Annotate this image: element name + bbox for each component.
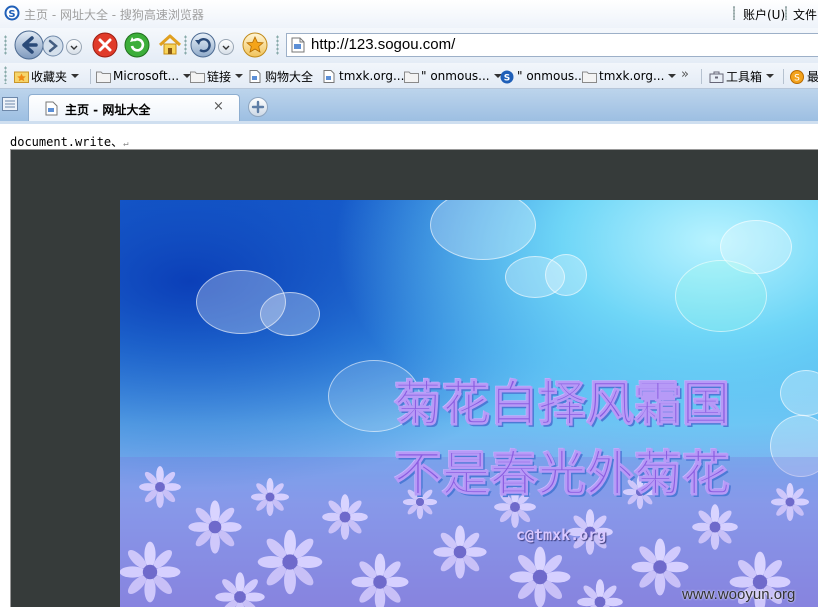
star-folder-icon — [14, 70, 29, 83]
bokeh-circle — [780, 370, 818, 416]
fav-item-recent[interactable]: S 最 — [790, 68, 818, 84]
fav-link-tmxk[interactable]: tmxk.org... — [322, 68, 404, 84]
fav-folder-links[interactable]: 链接 — [190, 68, 244, 84]
tab-close-icon[interactable]: × — [213, 99, 224, 114]
chevron-down-icon — [668, 74, 677, 78]
history-dropdown-button[interactable] — [66, 39, 82, 55]
url-text[interactable]: http://123.sogou.com/ — [311, 36, 455, 53]
bokeh-circle — [675, 260, 767, 332]
tab-home[interactable]: 主页 - 网址大全 × — [28, 94, 240, 121]
menu-separator — [733, 6, 735, 20]
watermark-text: www.wooyun.org — [682, 586, 796, 603]
favorites-separator — [783, 69, 784, 84]
sogou-icon: S — [500, 70, 515, 83]
undo-dropdown-button[interactable] — [218, 39, 234, 55]
navigation-toolbar: http://123.sogou.com/ — [0, 28, 818, 63]
stop-button[interactable] — [92, 32, 118, 58]
favorite-star-button[interactable] — [242, 32, 268, 58]
sogou-logo-icon: S — [4, 5, 20, 21]
svg-text:S: S — [8, 9, 15, 20]
window-title: 主页 - 网址大全 - 搜狗高速浏览器 — [24, 8, 204, 22]
toolbar-grip — [4, 66, 7, 84]
fav-link-shopping[interactable]: 购物大全 — [248, 68, 313, 84]
toolbox-button[interactable]: 工具箱 — [709, 68, 775, 84]
fav-folder-microsoft[interactable]: Microsoft... — [96, 68, 192, 84]
page-icon — [248, 69, 263, 83]
menu-account[interactable]: 账户(U) — [743, 6, 785, 23]
page-icon — [322, 69, 337, 83]
orange-icon: S — [790, 69, 805, 84]
fav-folder-tmxk[interactable]: tmxk.org... — [582, 68, 677, 84]
page-icon — [45, 101, 58, 116]
undo-close-button[interactable] — [190, 32, 216, 58]
favorites-bar: 收藏夹 Microsoft... 链接 购物大全 tmxk.org... " o… — [0, 63, 818, 89]
svg-text:S: S — [794, 73, 800, 83]
fav-link-onmouse[interactable]: S " onmous... — [500, 68, 586, 84]
toolbar-grip — [184, 35, 187, 55]
title-bar: S 主页 - 网址大全 - 搜狗高速浏览器 账户(U) 文件( — [0, 0, 818, 28]
tab-strip: 主页 - 网址大全 × — [0, 89, 818, 121]
back-button[interactable] — [14, 30, 44, 60]
tab-label: 主页 - 网址大全 — [65, 103, 151, 117]
favorites-more-button[interactable]: » — [681, 66, 689, 82]
toolbox-icon — [709, 70, 724, 83]
menu-file[interactable]: 文件( — [793, 6, 818, 23]
forward-button[interactable] — [42, 35, 64, 57]
folder-icon — [582, 70, 597, 83]
chevron-down-icon — [766, 74, 775, 78]
refresh-button[interactable] — [124, 32, 150, 58]
favorites-separator — [701, 69, 702, 84]
menu-separator — [785, 6, 787, 20]
new-tab-button[interactable] — [248, 97, 268, 117]
bokeh-circle — [260, 292, 320, 336]
chevron-down-icon — [71, 74, 80, 78]
tab-list-icon[interactable] — [2, 97, 18, 111]
poem-line-1: 菊花白择风霜国 — [393, 376, 731, 433]
chevron-down-icon — [235, 74, 244, 78]
fav-item-favorites[interactable]: 收藏夹 — [14, 68, 80, 84]
credit-text: c@tmxk.org — [516, 526, 607, 544]
favorites-separator — [90, 69, 91, 84]
folder-icon — [190, 70, 205, 83]
paragraph-mark-icon: ↵ — [123, 139, 129, 149]
poem-line-2: 不是春光外菊花 — [393, 446, 731, 503]
fav-folder-onmouse[interactable]: " onmous... — [404, 68, 502, 84]
toolbar-grip — [276, 35, 279, 55]
svg-text:S: S — [504, 73, 510, 83]
folder-icon — [404, 70, 419, 83]
document-write-text: document.write、↵ — [10, 135, 129, 149]
bokeh-circle — [430, 200, 536, 260]
bokeh-circle — [545, 254, 587, 296]
injected-banner-image[interactable]: 菊花白择风霜国 不是春光外菊花 c@tmxk.org — [120, 200, 818, 607]
toolbar-grip[interactable] — [4, 35, 7, 55]
address-bar[interactable]: http://123.sogou.com/ — [286, 33, 818, 57]
page-icon — [291, 37, 305, 53]
home-button[interactable] — [156, 31, 184, 59]
folder-icon — [96, 70, 111, 83]
